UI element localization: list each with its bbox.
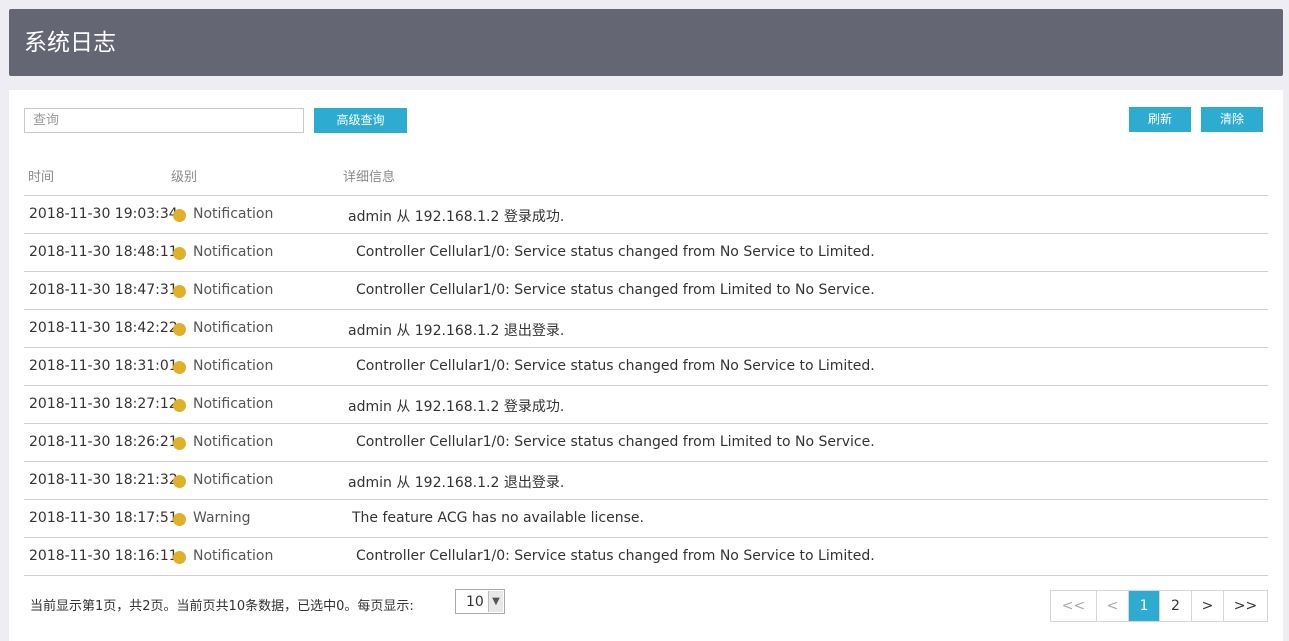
page-header: 系统日志 — [9, 9, 1283, 76]
search-input[interactable] — [24, 108, 304, 133]
log-detail: Controller Cellular1/0: Service status c… — [356, 358, 875, 374]
log-level: Notification — [193, 320, 274, 336]
table-row[interactable]: 2018-11-30 18:26:21 Notification Control… — [24, 424, 1268, 462]
table-row[interactable]: 2018-11-30 18:21:32 Notification admin 从… — [24, 462, 1268, 500]
prev-page-button[interactable]: < — [1097, 591, 1129, 621]
first-page-button[interactable]: << — [1051, 591, 1097, 621]
level-dot-icon — [173, 475, 186, 488]
level-dot-icon — [173, 399, 186, 412]
table-row[interactable]: 2018-11-30 18:42:22 Notification admin 从… — [24, 310, 1268, 348]
log-detail: Controller Cellular1/0: Service status c… — [356, 282, 875, 298]
log-level: Notification — [193, 244, 274, 260]
log-time: 2018-11-30 19:03:34 — [29, 206, 178, 222]
log-time: 2018-11-30 18:21:32 — [29, 472, 178, 488]
level-dot-icon — [173, 247, 186, 260]
refresh-button[interactable]: 刷新 — [1129, 107, 1191, 132]
table-row[interactable]: 2018-11-30 18:16:11 Notification Control… — [24, 538, 1268, 576]
log-detail: admin 从 192.168.1.2 退出登录. — [348, 323, 565, 339]
level-dot-icon — [173, 361, 186, 374]
pagination-summary: 当前显示第1页，共2页。当前页共10条数据，已选中0。每页显示: — [30, 599, 414, 614]
log-detail: admin 从 192.168.1.2 登录成功. — [348, 399, 565, 415]
level-dot-icon — [173, 437, 186, 450]
log-level: Notification — [193, 472, 274, 488]
column-header-level[interactable]: 级别 — [171, 166, 197, 185]
log-level: Notification — [193, 548, 274, 564]
log-time: 2018-11-30 18:47:31 — [29, 282, 178, 298]
log-detail: Controller Cellular1/0: Service status c… — [356, 434, 875, 450]
log-level: Notification — [193, 358, 274, 374]
log-time: 2018-11-30 18:31:01 — [29, 358, 178, 374]
log-detail: admin 从 192.168.1.2 退出登录. — [348, 475, 565, 491]
page-button-1[interactable]: 1 — [1129, 591, 1160, 621]
log-panel: 高级查询 刷新 清除 时间 级别 详细信息 2018-11-30 19:03:3… — [9, 90, 1283, 641]
last-page-button[interactable]: >> — [1224, 591, 1267, 621]
advanced-search-button[interactable]: 高级查询 — [314, 108, 407, 133]
log-table-body: 2018-11-30 19:03:34 Notification admin 从… — [24, 196, 1268, 576]
log-level: Notification — [193, 282, 274, 298]
level-dot-icon — [173, 551, 186, 564]
table-row[interactable]: 2018-11-30 19:03:34 Notification admin 从… — [24, 196, 1268, 234]
level-dot-icon — [173, 323, 186, 336]
level-dot-icon — [173, 285, 186, 298]
table-row[interactable]: 2018-11-30 18:17:51 Warning The feature … — [24, 500, 1268, 538]
table-row[interactable]: 2018-11-30 18:47:31 Notification Control… — [24, 272, 1268, 310]
log-level: Notification — [193, 396, 274, 412]
column-header-time[interactable]: 时间 — [28, 166, 54, 185]
column-header-detail[interactable]: 详细信息 — [343, 166, 395, 185]
page-title: 系统日志 — [24, 30, 116, 56]
table-row[interactable]: 2018-11-30 18:27:12 Notification admin 从… — [24, 386, 1268, 424]
table-row[interactable]: 2018-11-30 18:48:11 Notification Control… — [24, 234, 1268, 272]
table-row[interactable]: 2018-11-30 18:31:01 Notification Control… — [24, 348, 1268, 386]
log-time: 2018-11-30 18:27:12 — [29, 396, 178, 412]
clear-button[interactable]: 清除 — [1201, 107, 1263, 132]
log-detail: The feature ACG has no available license… — [352, 510, 644, 526]
log-detail: Controller Cellular1/0: Service status c… — [356, 548, 875, 564]
log-detail: admin 从 192.168.1.2 登录成功. — [348, 209, 565, 225]
log-level: Notification — [193, 434, 274, 450]
log-time: 2018-11-30 18:16:11 — [29, 548, 178, 564]
level-dot-icon — [173, 513, 186, 526]
page-size-value: 10 — [466, 594, 484, 610]
page-button-2[interactable]: 2 — [1160, 591, 1192, 621]
page-size-select[interactable]: 10 ▼ — [455, 589, 505, 614]
next-page-button[interactable]: > — [1192, 591, 1224, 621]
pagination: << < 1 2 > >> — [1050, 590, 1268, 622]
log-level: Warning — [193, 510, 251, 526]
log-level: Notification — [193, 206, 274, 222]
log-time: 2018-11-30 18:48:11 — [29, 244, 178, 260]
log-time: 2018-11-30 18:17:51 — [29, 510, 178, 526]
chevron-down-icon[interactable]: ▼ — [488, 591, 503, 612]
log-time: 2018-11-30 18:42:22 — [29, 320, 178, 336]
log-time: 2018-11-30 18:26:21 — [29, 434, 178, 450]
level-dot-icon — [173, 209, 186, 222]
log-detail: Controller Cellular1/0: Service status c… — [356, 244, 875, 260]
